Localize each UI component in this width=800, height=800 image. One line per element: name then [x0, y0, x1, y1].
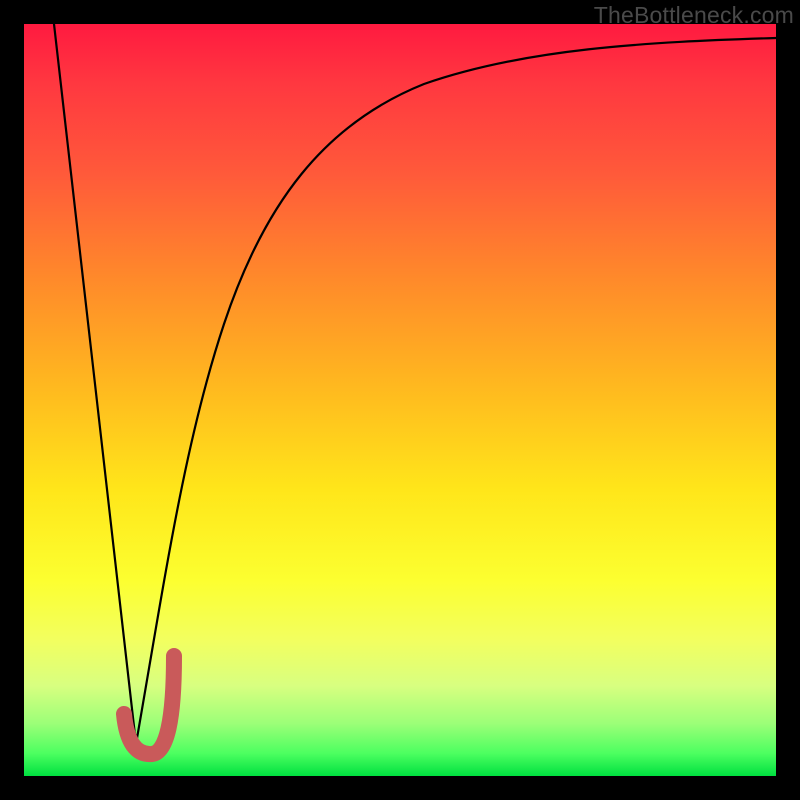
chart-frame: TheBottleneck.com [0, 0, 800, 800]
bottleneck-curve-right-leg [136, 38, 776, 744]
curve-layer [24, 24, 776, 776]
watermark-text: TheBottleneck.com [594, 2, 794, 29]
bottleneck-curve-left-leg [54, 24, 136, 744]
plot-area [24, 24, 776, 776]
